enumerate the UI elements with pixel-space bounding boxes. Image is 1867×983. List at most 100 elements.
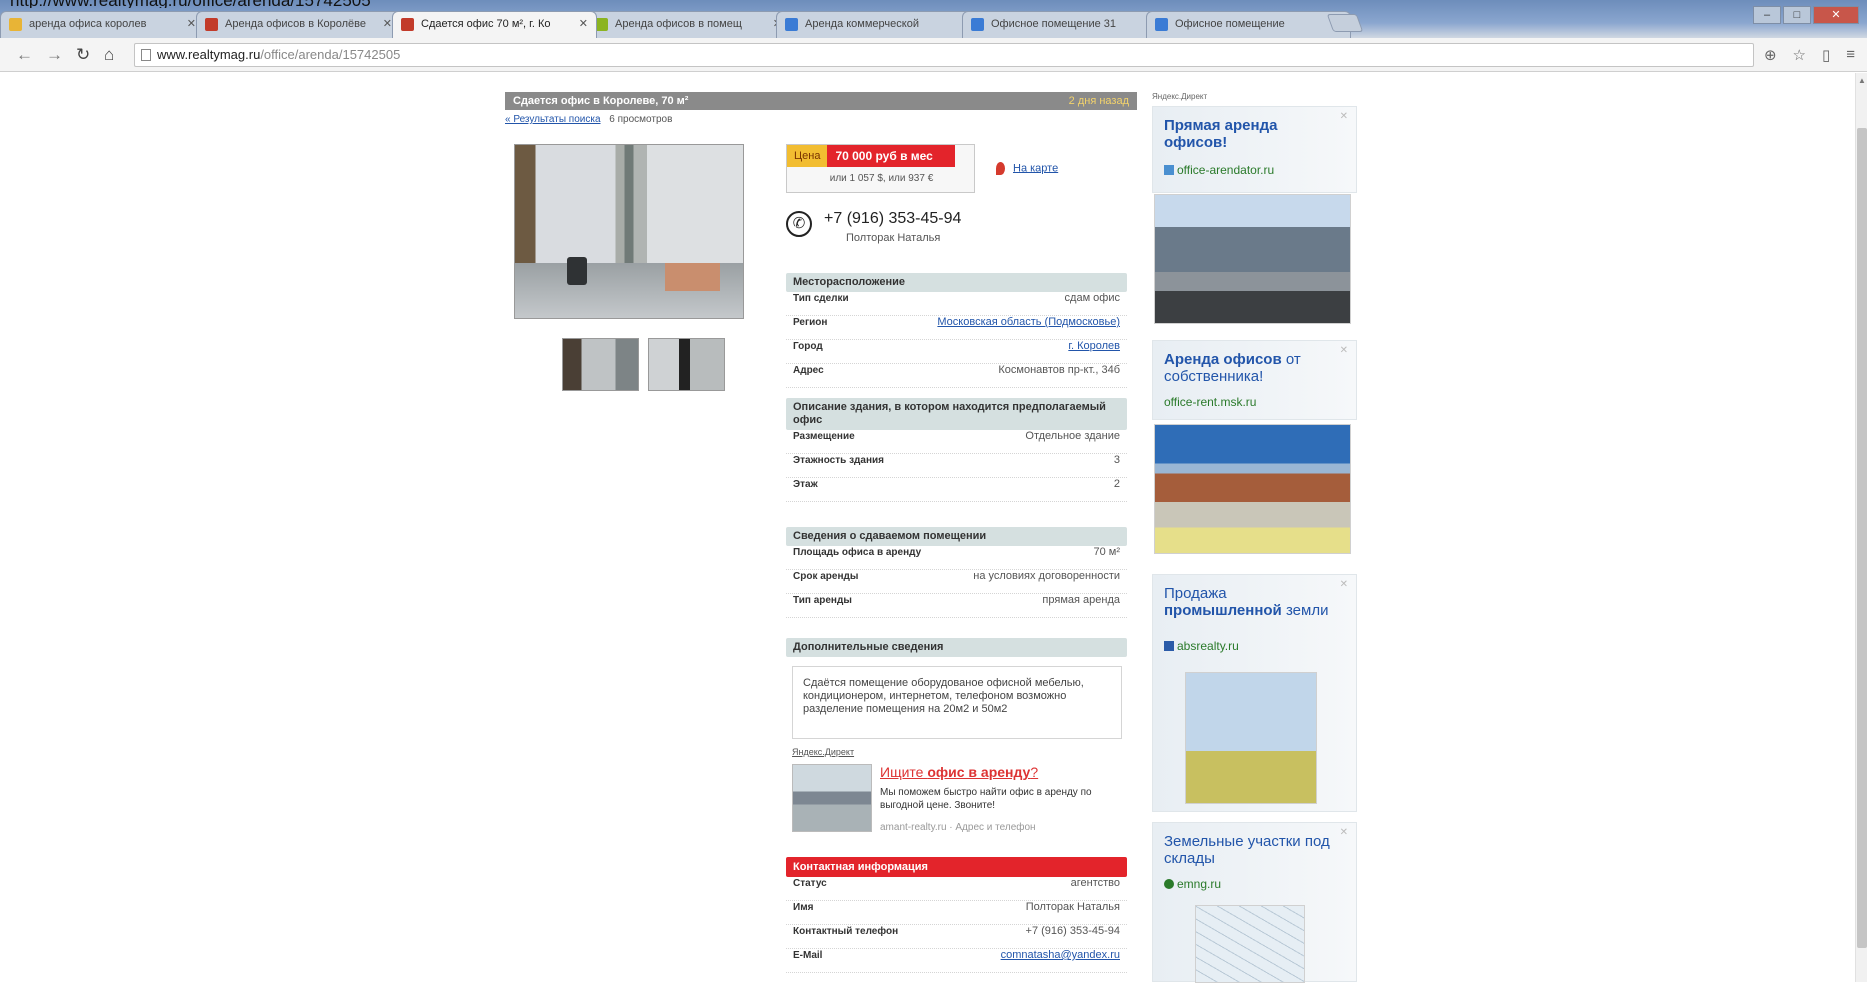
side-ad-title[interactable]: Продажа промышленной земли [1164, 585, 1344, 619]
detail-key: Город [793, 341, 823, 352]
side-ad[interactable]: ✕ Земельные участки под склады emng.ru [1152, 822, 1357, 983]
reload-icon[interactable]: ↻ [76, 45, 90, 65]
price-tag: Цена 70 000 руб в мес [787, 145, 956, 167]
region-link[interactable]: Московская область (Подмосковье) [937, 316, 1120, 328]
side-ad-title[interactable]: Прямая аренда офисов! [1164, 117, 1344, 151]
side-ad[interactable]: ✕ Прямая аренда офисов! office-arendator… [1152, 106, 1357, 193]
site-favicon-icon [1164, 641, 1174, 651]
zoom-icon[interactable]: ⊕ [1764, 46, 1777, 64]
detail-row: Площадь офиса в аренду 70 м² [786, 546, 1127, 570]
browser-tab[interactable]: Аренда офисов в помещ✕ [586, 11, 791, 38]
inline-ad-image[interactable] [792, 764, 872, 832]
maximize-icon[interactable]: □ [1783, 6, 1811, 24]
map-pin-icon [996, 162, 1005, 175]
side-ad-url[interactable]: emng.ru [1164, 877, 1221, 891]
detail-row: Этаж 2 [786, 478, 1127, 502]
menu-icon[interactable]: ≡ [1846, 46, 1855, 64]
page-scrollbar[interactable]: ▲ [1855, 73, 1867, 982]
side-ad-url-text: absrealty.ru [1177, 639, 1239, 653]
toolbar-actions: ⊕ ☆ ▯ ≡ [1764, 46, 1855, 64]
close-tab-icon[interactable]: ✕ [579, 12, 588, 37]
detail-key: Тип сделки [793, 293, 849, 304]
side-ad-image[interactable] [1154, 424, 1351, 554]
forward-arrow-icon[interactable]: → [46, 45, 63, 65]
detail-row: Размещение Отдельное здание [786, 430, 1127, 454]
map-link[interactable]: На карте [996, 162, 1058, 175]
scrollbar-thumb[interactable] [1857, 128, 1867, 948]
detail-value: 2 [1113, 478, 1120, 490]
close-tab-icon[interactable]: ✕ [187, 12, 196, 37]
browser-tab[interactable]: Офисное помещение✕ [1146, 11, 1351, 38]
side-ad-title-pre: Продажа [1164, 585, 1227, 602]
side-ad-title[interactable]: Земельные участки под склады [1164, 833, 1344, 867]
side-ad[interactable]: ✕ Аренда офисов от собственника! office-… [1152, 340, 1357, 420]
building-section: Описание здания, в котором находится пре… [786, 398, 1127, 502]
inline-ad-title-pre: Ищите [880, 764, 928, 780]
scroll-up-icon[interactable]: ▲ [1858, 76, 1866, 85]
section-heading: Сведения о сдаваемом помещении [786, 527, 1127, 546]
premises-section: Сведения о сдаваемом помещении Площадь о… [786, 527, 1127, 618]
detail-key: Площадь офиса в аренду [793, 547, 922, 558]
main-photo[interactable] [514, 144, 744, 319]
side-ad[interactable]: ✕ Продажа промышленной земли absrealty.r… [1152, 574, 1357, 812]
photo-thumbnail[interactable] [562, 338, 639, 391]
browser-tab-active[interactable]: Сдается офис 70 м², г. Ко ✕ [392, 11, 597, 38]
side-ad-image[interactable] [1195, 905, 1305, 983]
tab-favicon-icon [9, 18, 22, 31]
photo-thumbnail[interactable] [648, 338, 725, 391]
address-bar[interactable]: www.realtymag.ru/office/arenda/15742505 [134, 43, 1754, 67]
side-ad-url[interactable]: absrealty.ru [1164, 639, 1239, 653]
inline-ad-title[interactable]: Ищите офис в аренду? [880, 764, 1038, 780]
detail-key: Срок аренды [793, 571, 859, 582]
home-icon[interactable]: ⌂ [104, 45, 114, 65]
detail-row: Адрес Космонавтов пр-кт., 34б [786, 364, 1127, 388]
minimize-icon[interactable]: – [1753, 6, 1781, 24]
side-ad-image[interactable] [1154, 194, 1351, 324]
side-ad-url-text: emng.ru [1177, 877, 1222, 891]
detail-row: Статус агентство [786, 877, 1127, 901]
back-to-results-link[interactable]: « Результаты поиска [505, 114, 601, 125]
browser-tab[interactable]: аренда офиса королев ✕ [0, 11, 205, 38]
extra-section: Дополнительные сведения [786, 638, 1127, 657]
browser-tab[interactable]: Аренда коммерческой✕ [776, 11, 981, 38]
email-link[interactable]: comnatasha@yandex.ru [1001, 949, 1120, 961]
city-link[interactable]: г. Королев [1068, 340, 1120, 352]
url-caption: http://www.realtymag.ru/office/arenda/15… [10, 0, 371, 8]
detail-key: Этажность здания [793, 455, 884, 466]
detail-value: Полторак Наталья [1025, 901, 1120, 913]
side-ad-image[interactable] [1185, 672, 1317, 804]
detail-value: на условиях договоренности [973, 570, 1120, 582]
side-ad-title-rest: земли [1281, 602, 1329, 619]
description-wrap: Сдаётся помещение оборудованое офисной м… [786, 666, 1127, 741]
bookmark-star-icon[interactable]: ☆ [1793, 46, 1806, 64]
detail-row: Срок аренды на условиях договоренности [786, 570, 1127, 594]
browser-tab[interactable]: Аренда офисов в Королёве ✕ [196, 11, 401, 38]
phone-number: +7 (916) 353-45-94 [824, 210, 962, 227]
tab-label: Аренда офисов в помещ [615, 18, 742, 30]
side-ad-title[interactable]: Аренда офисов от собственника! [1164, 351, 1344, 385]
new-tab-button[interactable] [1326, 14, 1364, 32]
close-window-icon[interactable]: ✕ [1813, 6, 1859, 24]
yandex-direct-label[interactable]: Яндекс.Директ [792, 747, 854, 757]
side-ad-title-bold: Аренда офисов [1164, 351, 1282, 368]
contact-section: Контактная информация Статус агентство Им… [786, 857, 1127, 973]
yandex-direct-label[interactable]: Яндекс.Директ [1152, 92, 1357, 106]
browser-tab[interactable]: Офисное помещение 31✕ [962, 11, 1167, 38]
side-ad-url-text: office-arendator.ru [1177, 163, 1275, 177]
side-ad-url[interactable]: office-arendator.ru [1164, 163, 1274, 177]
address-path: /office/arenda/15742505 [260, 47, 401, 62]
inline-ad-url[interactable]: amant-realty.ru · Адрес и телефон [880, 822, 1036, 833]
detail-value: агентство [1070, 877, 1120, 889]
extension-icon[interactable]: ▯ [1822, 46, 1830, 64]
detail-key: Размещение [793, 431, 855, 442]
price-alt-currency: или 1 057 $, или 937 € [829, 173, 934, 184]
close-tab-icon[interactable]: ✕ [383, 12, 392, 37]
price-label: Цена [787, 145, 828, 167]
side-ads: Яндекс.Директ ✕ Прямая аренда офисов! of… [1152, 92, 1357, 983]
side-ad-url[interactable]: office-rent.msk.ru [1164, 395, 1256, 409]
inline-ad-title-bold: офис в аренду [927, 764, 1031, 780]
listing-title-bar: Сдается офис в Королеве, 70 м² 2 дня наз… [505, 92, 1137, 110]
back-arrow-icon[interactable]: ← [16, 45, 33, 65]
tab-label: Офисное помещение [1175, 18, 1285, 30]
inline-ad[interactable]: Ищите офис в аренду? Мы поможем быстро н… [792, 764, 1122, 834]
